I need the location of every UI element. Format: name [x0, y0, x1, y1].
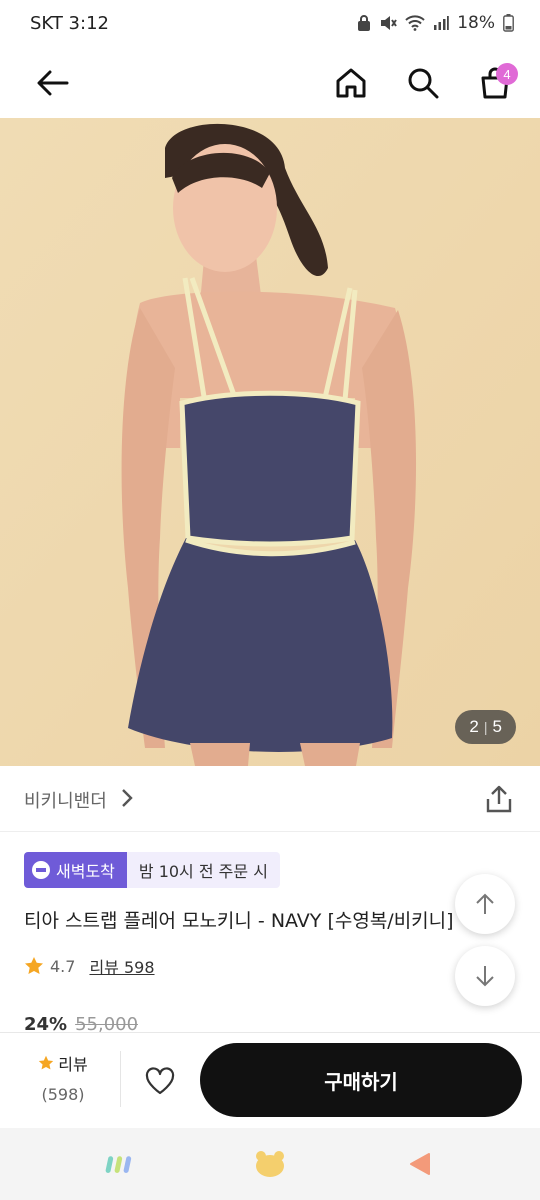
dawn-delivery-badge: 새벽도착: [24, 852, 127, 888]
like-button[interactable]: [140, 1061, 180, 1101]
bear-home-icon: [256, 1151, 284, 1177]
order-deadline-badge: 밤 10시 전 주문 시: [126, 852, 280, 888]
reviews-link[interactable]: 리뷰 598: [89, 954, 154, 978]
battery-percent: 18%: [457, 13, 495, 33]
back-triangle-icon: [410, 1153, 430, 1175]
lock-icon: [358, 15, 371, 31]
status-bar: SKT 3:12 18%: [0, 0, 540, 50]
star-icon: [39, 1055, 54, 1070]
mute-icon: [381, 16, 398, 30]
image-counter: 2 | 5: [455, 710, 516, 744]
chevron-right-icon: [122, 789, 133, 807]
arrow-up-icon: [476, 893, 494, 914]
scroll-up-button[interactable]: [455, 874, 515, 934]
system-nav-bar: [0, 1128, 540, 1200]
product-title: 티아 스트랩 플레어 모노키니 - NAVY [수영복/비키니]: [24, 910, 454, 932]
dawn-delivery-label: 새벽도착: [56, 862, 115, 881]
share-button[interactable]: [484, 784, 514, 814]
rating-row: 4.7 리뷰 598: [24, 954, 155, 978]
original-price: 55,000: [75, 1014, 139, 1032]
rating-score: 4.7: [50, 956, 76, 976]
search-button[interactable]: [398, 58, 448, 108]
discount-rate: 24%: [24, 1014, 68, 1032]
image-separator: |: [483, 719, 488, 735]
product-image-gallery[interactable]: 2 | 5: [0, 118, 540, 766]
brand-row[interactable]: 비키니밴더: [0, 766, 540, 832]
back-arrow-icon: [37, 70, 69, 96]
scroll-down-button[interactable]: [455, 946, 515, 1006]
nav-recent-apps-button[interactable]: [104, 1150, 136, 1178]
nav-back-button[interactable]: [404, 1150, 436, 1178]
product-photo: [0, 118, 540, 766]
review-summary-button[interactable]: 리뷰 (598): [20, 1051, 106, 1104]
divider: [120, 1051, 121, 1107]
review-count: (598): [41, 1085, 85, 1104]
search-icon: [408, 68, 439, 99]
back-button[interactable]: [28, 58, 78, 108]
status-time: SKT 3:12: [30, 13, 109, 34]
nav-home-button[interactable]: [254, 1150, 286, 1178]
home-icon: [336, 68, 366, 98]
cart-count-badge: 4: [496, 63, 518, 85]
brand-name[interactable]: 비키니밴더: [24, 787, 107, 813]
signal-icon: [434, 16, 450, 30]
recent-apps-icon: [105, 1156, 132, 1173]
status-icons: 18%: [357, 13, 514, 33]
image-total: 5: [492, 717, 502, 736]
home-button[interactable]: [326, 58, 376, 108]
purchase-action-bar: 리뷰 (598) 구매하기: [0, 1032, 540, 1128]
review-label-row: 리뷰: [20, 1051, 106, 1075]
star-icon: [25, 957, 43, 974]
heart-icon: [145, 1067, 175, 1095]
app-header: 4: [0, 50, 540, 118]
price-row: 24% 55,000: [24, 1014, 138, 1032]
share-icon: [486, 785, 512, 813]
cart-button[interactable]: 4: [470, 58, 520, 108]
battery-icon: [503, 14, 514, 32]
delivery-badges: 새벽도착 밤 10시 전 주문 시: [24, 852, 280, 888]
wifi-icon: [405, 15, 425, 31]
order-deadline-label: 밤 10시 전 주문 시: [138, 862, 268, 881]
delivery-arrow-icon: [32, 861, 50, 879]
image-current: 2: [469, 717, 479, 736]
buy-button[interactable]: 구매하기: [200, 1043, 522, 1117]
review-label: 리뷰: [58, 1055, 88, 1074]
arrow-down-icon: [476, 966, 494, 987]
